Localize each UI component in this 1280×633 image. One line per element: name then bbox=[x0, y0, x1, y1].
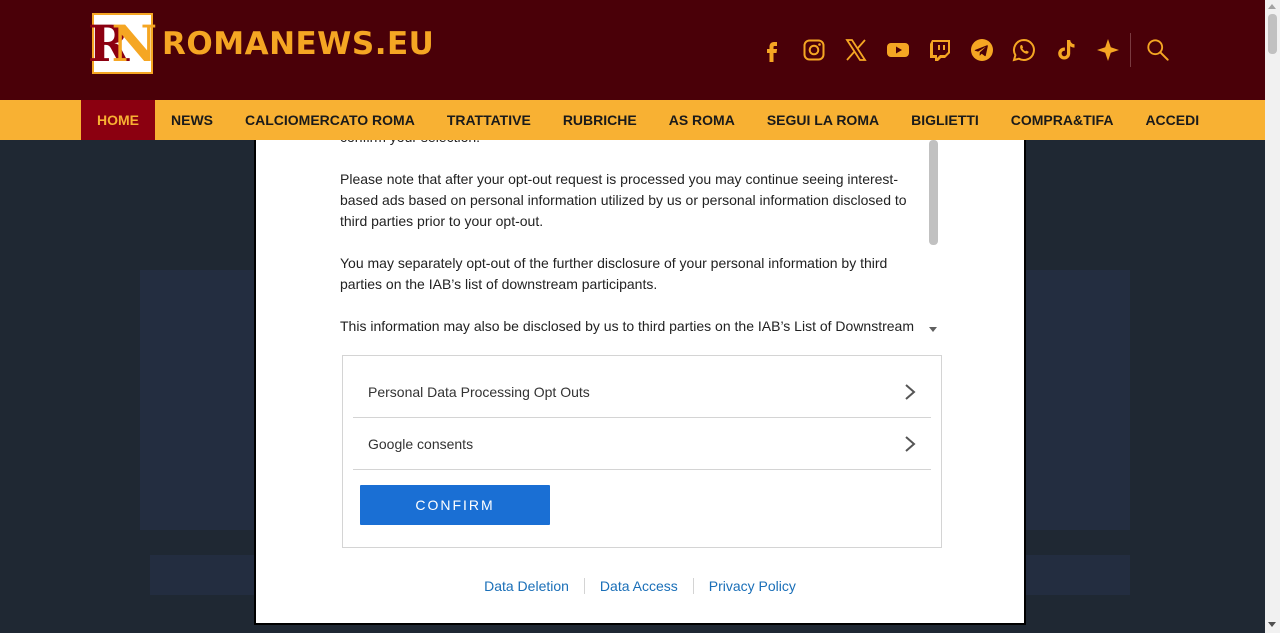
nav-item-calciomercato-roma[interactable]: CALCIOMERCATO ROMA bbox=[229, 100, 431, 140]
facebook-icon[interactable] bbox=[760, 38, 784, 62]
personal-data-opt-outs-row[interactable]: Personal Data Processing Opt Outs bbox=[353, 366, 931, 418]
nav-item-accedi[interactable]: ACCEDI bbox=[1129, 100, 1215, 140]
nav-item-home[interactable]: HOME bbox=[81, 100, 155, 140]
consent-options: Personal Data Processing Opt Outs Google… bbox=[342, 355, 942, 548]
page-scrollbar[interactable] bbox=[1265, 0, 1280, 633]
dialog-scroll-area[interactable]: confirm your selection. Please note that… bbox=[340, 140, 940, 340]
nav-item-trattative[interactable]: TRATTATIVE bbox=[431, 100, 547, 140]
nav-item-news[interactable]: NEWS bbox=[155, 100, 229, 140]
nav-item-compra-tifa[interactable]: COMPRA&TIFA bbox=[995, 100, 1130, 140]
privacy-policy-link[interactable]: Privacy Policy bbox=[694, 577, 811, 595]
nav-item-biglietti[interactable]: BIGLIETTI bbox=[895, 100, 995, 140]
social-links bbox=[760, 33, 1189, 67]
x-icon[interactable] bbox=[844, 38, 868, 62]
sparkle-icon[interactable] bbox=[1096, 38, 1120, 62]
search-icon[interactable] bbox=[1145, 37, 1171, 63]
confirm-button[interactable]: CONFIRM bbox=[360, 485, 550, 525]
dialog-paragraph: This information may also be disclosed b… bbox=[340, 318, 915, 334]
dialog-paragraph: You may separately opt-out of the furthe… bbox=[340, 255, 888, 292]
data-deletion-link[interactable]: Data Deletion bbox=[469, 577, 584, 595]
data-access-link[interactable]: Data Access bbox=[585, 577, 693, 595]
nav-item-as-roma[interactable]: AS ROMA bbox=[653, 100, 751, 140]
site-logo-text[interactable]: ROMANEWS.EU bbox=[162, 26, 434, 62]
dialog-footer-links: Data Deletion Data Access Privacy Policy bbox=[256, 577, 1024, 595]
tiktok-icon[interactable] bbox=[1054, 38, 1078, 62]
dialog-text-cut: confirm your selection. bbox=[340, 140, 915, 148]
row-label: Personal Data Processing Opt Outs bbox=[368, 383, 590, 400]
google-consents-row[interactable]: Google consents bbox=[353, 418, 931, 470]
site-header: R N ROMANEWS.EU bbox=[0, 0, 1265, 100]
consent-dialog: confirm your selection. Please note that… bbox=[254, 140, 1026, 625]
row-label: Google consents bbox=[368, 435, 474, 452]
scroll-down-icon[interactable] bbox=[929, 327, 937, 332]
scroll-up-icon[interactable] bbox=[1268, 4, 1276, 9]
scroll-down-icon[interactable] bbox=[1268, 622, 1276, 627]
dialog-scrollbar-thumb[interactable] bbox=[929, 140, 938, 245]
dialog-paragraph: Please note that after your opt-out requ… bbox=[340, 171, 907, 229]
instagram-icon[interactable] bbox=[802, 38, 826, 62]
nav-item-segui-la-roma[interactable]: SEGUI LA ROMA bbox=[751, 100, 895, 140]
chevron-right-icon bbox=[905, 383, 916, 400]
twitch-icon[interactable] bbox=[928, 38, 952, 62]
header-divider bbox=[1130, 33, 1131, 67]
page-scrollbar-thumb[interactable] bbox=[1268, 14, 1277, 54]
youtube-icon[interactable] bbox=[886, 38, 910, 62]
chevron-right-icon bbox=[905, 435, 916, 452]
main-nav: HOME NEWS CALCIOMERCATO ROMA TRATTATIVE … bbox=[0, 100, 1265, 140]
logo-letter-n: N bbox=[111, 13, 158, 73]
whatsapp-icon[interactable] bbox=[1012, 38, 1036, 62]
logo-icon[interactable]: R N bbox=[88, 13, 157, 74]
nav-item-rubriche[interactable]: RUBRICHE bbox=[547, 100, 653, 140]
telegram-icon[interactable] bbox=[970, 38, 994, 62]
